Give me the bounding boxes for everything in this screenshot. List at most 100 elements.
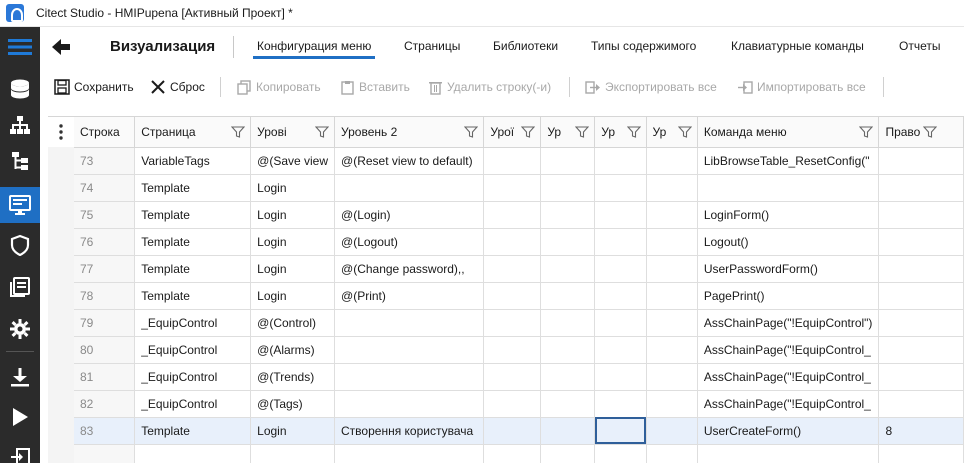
cell-level5[interactable]	[594, 147, 647, 175]
filter-icon[interactable]	[521, 125, 536, 139]
cell-level2[interactable]	[334, 336, 485, 364]
cell-level6[interactable]	[646, 174, 698, 202]
reports-icon[interactable]	[0, 269, 40, 305]
table-row[interactable]: 80 _EquipControl @(Alarms) AssChainPage("!E…	[74, 336, 964, 364]
cell-level1[interactable]: @(Tags)	[250, 390, 336, 418]
table-row-empty[interactable]	[74, 444, 964, 463]
paste-button[interactable]: Вставить	[340, 77, 410, 97]
cell-row-number[interactable]: 73	[74, 147, 136, 175]
cell-level2[interactable]: @(Reset view to default)	[334, 147, 485, 175]
cell-level6[interactable]	[646, 228, 698, 256]
cell-level4[interactable]	[540, 390, 596, 418]
tab-content-types[interactable]: Типы содержимого	[591, 39, 696, 53]
reset-button[interactable]: Сброс	[150, 77, 205, 97]
cell-level3[interactable]	[483, 174, 542, 202]
cell-level4[interactable]	[540, 255, 596, 283]
cell-menu-command[interactable]	[697, 174, 880, 202]
cell-page[interactable]: _EquipControl	[134, 363, 252, 391]
column-header-level1[interactable]: Урові	[250, 117, 336, 148]
cell-row-number[interactable]: 76	[74, 228, 136, 256]
cell-menu-command[interactable]: LibBrowseTable_ResetConfig("	[697, 147, 880, 175]
table-row[interactable]: 81 _EquipControl @(Trends) AssChainPage("!E…	[74, 363, 964, 391]
cell-level3[interactable]	[483, 336, 542, 364]
cell-level6[interactable]	[646, 417, 698, 445]
cell-level2[interactable]	[334, 174, 485, 202]
cell-level1[interactable]: @(Trends)	[250, 363, 336, 391]
cell-level2[interactable]: @(Change password),,	[334, 255, 485, 283]
column-header-menu-command[interactable]: Команда меню	[697, 117, 880, 148]
column-header-level3[interactable]: Урої	[483, 117, 542, 148]
cell-level1[interactable]: Login	[250, 417, 336, 445]
filter-icon[interactable]	[626, 125, 641, 139]
cell-level5[interactable]	[594, 228, 647, 256]
cell-menu-command[interactable]: AssChainPage("!EquipControl")	[697, 309, 880, 337]
cell-level3[interactable]	[483, 417, 542, 445]
cell-level5[interactable]	[594, 174, 647, 202]
cell-privilege[interactable]	[878, 282, 964, 310]
cell-row-number[interactable]: 74	[74, 174, 136, 202]
cell-level2[interactable]	[334, 444, 485, 463]
filter-icon[interactable]	[315, 125, 330, 139]
column-header-row[interactable]: Строка	[74, 117, 136, 148]
cell-level1[interactable]: Login	[250, 201, 336, 229]
cell-level1[interactable]	[250, 444, 336, 463]
cell-level3[interactable]	[483, 390, 542, 418]
filter-icon[interactable]	[575, 125, 590, 139]
column-header-level5[interactable]: Ур	[594, 117, 647, 148]
cell-page[interactable]: Template	[134, 228, 252, 256]
cell-menu-command[interactable]: PagePrint()	[697, 282, 880, 310]
cell-level6[interactable]	[646, 147, 698, 175]
cell-privilege[interactable]	[878, 363, 964, 391]
cell-level4[interactable]	[540, 174, 596, 202]
settings-gear-icon[interactable]	[0, 311, 40, 347]
cell-level4[interactable]	[540, 363, 596, 391]
cell-level6[interactable]	[646, 309, 698, 337]
cell-level3[interactable]	[483, 309, 542, 337]
cell-row-number[interactable]: 82	[74, 390, 136, 418]
back-arrow-icon[interactable]	[50, 36, 72, 58]
cell-privilege[interactable]	[878, 309, 964, 337]
cell-page[interactable]: Template	[134, 282, 252, 310]
cell-level6[interactable]	[646, 444, 698, 463]
column-header-level6[interactable]: Ур	[646, 117, 698, 148]
cell-level4[interactable]	[540, 228, 596, 256]
cell-privilege[interactable]	[878, 255, 964, 283]
cell-page[interactable]: Template	[134, 417, 252, 445]
tab-menu-configuration[interactable]: Конфигурация меню	[252, 39, 376, 59]
cell-level2[interactable]: Створення користувача	[334, 417, 485, 445]
column-header-page[interactable]: Страница	[134, 117, 252, 148]
cell-level1[interactable]: Login	[250, 174, 336, 202]
cell-level4[interactable]	[540, 444, 596, 463]
cell-row-number[interactable]: 79	[74, 309, 136, 337]
tab-reports[interactable]: Отчеты	[899, 39, 940, 53]
cell-page[interactable]	[134, 444, 252, 463]
cell-level2[interactable]: @(Logout)	[334, 228, 485, 256]
cell-page[interactable]: _EquipControl	[134, 309, 252, 337]
copy-button[interactable]: Копировать	[237, 77, 321, 97]
filter-icon[interactable]	[923, 125, 938, 139]
cell-menu-command[interactable]: AssChainPage("!EquipControl_	[697, 390, 880, 418]
shield-icon[interactable]	[0, 227, 40, 263]
cell-level1[interactable]: Login	[250, 228, 336, 256]
export-all-button[interactable]: Экспортировать все	[585, 77, 717, 97]
cell-level1[interactable]: @(Control)	[250, 309, 336, 337]
cell-level5[interactable]	[594, 201, 647, 229]
cell-level6[interactable]	[646, 201, 698, 229]
column-header-privilege[interactable]: Право	[878, 117, 964, 148]
cell-level4[interactable]	[540, 309, 596, 337]
cell-level4[interactable]	[540, 201, 596, 229]
cell-level6[interactable]	[646, 255, 698, 283]
cell-level6[interactable]	[646, 363, 698, 391]
tab-keyboard-commands[interactable]: Клавиатурные команды	[731, 39, 864, 53]
cell-level3[interactable]	[483, 201, 542, 229]
cell-level2[interactable]	[334, 309, 485, 337]
cell-menu-command[interactable]: AssChainPage("!EquipControl_	[697, 363, 880, 391]
cell-level4[interactable]	[540, 336, 596, 364]
filter-icon[interactable]	[677, 125, 692, 139]
cell-menu-command[interactable]: UserPasswordForm()	[697, 255, 880, 283]
cell-level3[interactable]	[483, 282, 542, 310]
cell-row-number[interactable]: 75	[74, 201, 136, 229]
cell-row-number[interactable]	[74, 444, 136, 463]
table-row[interactable]: 73 VariableTags @(Save view @(Reset view to…	[74, 147, 964, 175]
cell-level5[interactable]	[594, 309, 647, 337]
